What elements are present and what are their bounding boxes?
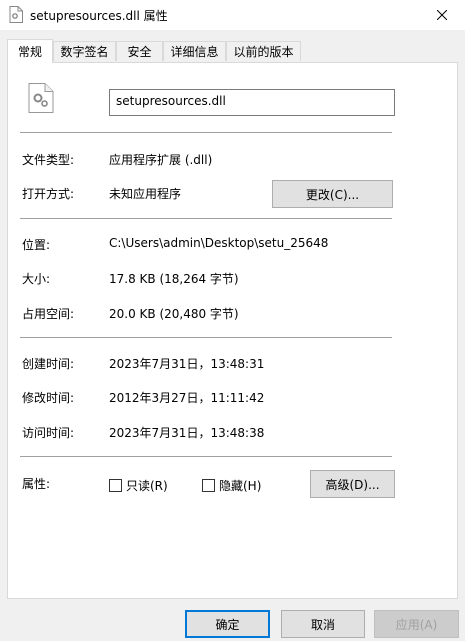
separator <box>20 337 392 338</box>
file-type-value: 应用程序扩展 (.dll) <box>109 153 213 167</box>
tab-details[interactable]: 详细信息 <box>163 41 226 61</box>
close-icon <box>437 10 447 20</box>
checkbox-box[interactable] <box>202 479 215 492</box>
tab-security[interactable]: 安全 <box>116 41 163 61</box>
open-with-label: 打开方式: <box>22 187 75 201</box>
close-button[interactable] <box>419 0 465 30</box>
general-panel: setupresources.dll 文件类型: 应用程序扩展 (.dll) 打… <box>7 62 458 599</box>
size-value: 17.8 KB (18,264 字节) <box>109 272 239 286</box>
tab-digital-signatures[interactable]: 数字签名 <box>53 41 116 61</box>
hidden-checkbox[interactable]: 隐藏(H) <box>202 477 261 494</box>
change-button[interactable]: 更改(C)... <box>272 180 393 208</box>
apply-button[interactable]: 应用(A) <box>374 610 459 638</box>
size-label: 大小: <box>22 272 51 286</box>
tab-general[interactable]: 常规 <box>7 39 53 63</box>
dll-file-icon <box>9 6 23 23</box>
size-on-disk-label: 占用空间: <box>22 307 75 321</box>
dll-file-icon <box>28 83 54 113</box>
readonly-label: 只读(R) <box>126 479 168 493</box>
tab-previous-versions[interactable]: 以前的版本 <box>226 41 301 61</box>
separator <box>20 456 392 457</box>
hidden-label: 隐藏(H) <box>219 479 262 493</box>
open-with-value: 未知应用程序 <box>109 187 182 201</box>
accessed-label: 访问时间: <box>22 426 75 440</box>
location-label: 位置: <box>22 238 51 252</box>
window-title: setupresources.dll 属性 <box>30 9 168 23</box>
attributes-label: 属性: <box>22 477 51 491</box>
title-bar: setupresources.dll 属性 <box>0 0 465 30</box>
separator <box>20 218 392 219</box>
modified-label: 修改时间: <box>22 391 75 405</box>
checkbox-box[interactable] <box>109 479 122 492</box>
readonly-checkbox[interactable]: 只读(R) <box>109 477 168 494</box>
created-label: 创建时间: <box>22 357 75 371</box>
cancel-button[interactable]: 取消 <box>281 610 365 638</box>
advanced-button[interactable]: 高级(D)... <box>310 470 395 498</box>
accessed-value: 2023年7月31日，13:48:38 <box>109 426 265 440</box>
ok-button[interactable]: 确定 <box>185 610 270 638</box>
location-value: C:\Users\admin\Desktop\setu_25648 <box>109 236 329 250</box>
size-on-disk-value: 20.0 KB (20,480 字节) <box>109 307 239 321</box>
file-name-input[interactable]: setupresources.dll <box>109 89 395 116</box>
separator <box>20 132 392 133</box>
created-value: 2023年7月31日，13:48:31 <box>109 357 265 371</box>
file-type-label: 文件类型: <box>22 153 75 167</box>
modified-value: 2012年3月27日，11:11:42 <box>109 391 265 405</box>
